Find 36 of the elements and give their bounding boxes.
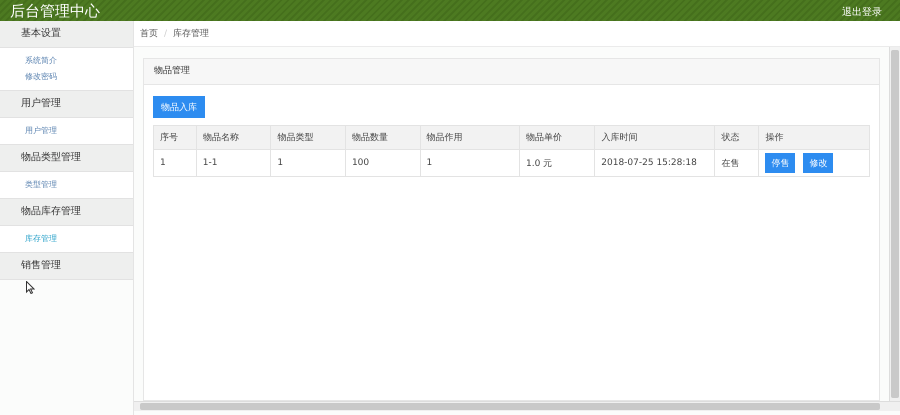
column-header: 物品数量 (345, 126, 420, 150)
app-title: 后台管理中心 (10, 2, 100, 21)
panel-title: 物品管理 (154, 66, 190, 76)
add-item-button[interactable]: 物品入库 (153, 96, 205, 118)
breadcrumb-link[interactable]: 库存管理 (173, 27, 210, 40)
column-header: 操作 (758, 126, 870, 150)
table-cell: 1-1 (196, 150, 271, 176)
sidebar-group-header[interactable]: 销售管理 (0, 253, 133, 280)
sidebar-group-header[interactable]: 基本设置 (0, 21, 133, 48)
column-header: 物品类型 (270, 126, 346, 150)
column-header: 物品作用 (420, 126, 520, 150)
column-header: 序号 (154, 126, 196, 150)
table-cell: 1 (270, 150, 346, 176)
sidebar-group-header[interactable]: 物品类型管理 (0, 145, 133, 172)
sidebar-group-header[interactable]: 用户管理 (0, 91, 133, 118)
table-cell: 1 (154, 150, 196, 176)
column-header: 物品单价 (520, 126, 595, 150)
sidebar-group-header[interactable]: 物品库存管理 (0, 199, 133, 226)
breadcrumb-link[interactable]: 首页 (140, 27, 158, 40)
table-cell: 2018-07-25 15:28:18 (594, 150, 715, 176)
column-header: 状态 (714, 126, 759, 150)
horizontal-scrollbar[interactable] (134, 401, 900, 411)
sidebar-item[interactable]: 修改密码 (0, 69, 133, 85)
table-cell: 在售 (714, 150, 759, 176)
breadcrumb-separator: / (164, 28, 168, 38)
logout-link[interactable]: 退出登录 (842, 5, 882, 21)
row-action-button[interactable]: 停售 (765, 153, 796, 173)
mouse-cursor-icon (26, 281, 35, 294)
row-action-button[interactable]: 修改 (803, 153, 834, 173)
table-cell: 1 (420, 150, 520, 176)
table-cell: 100 (345, 150, 420, 176)
sidebar-item[interactable]: 系统简介 (0, 53, 133, 69)
column-header: 物品名称 (196, 126, 271, 150)
table-cell: 1.0 元 (520, 150, 595, 176)
column-header: 入库时间 (594, 126, 715, 150)
vertical-scrollbar[interactable] (889, 47, 900, 401)
